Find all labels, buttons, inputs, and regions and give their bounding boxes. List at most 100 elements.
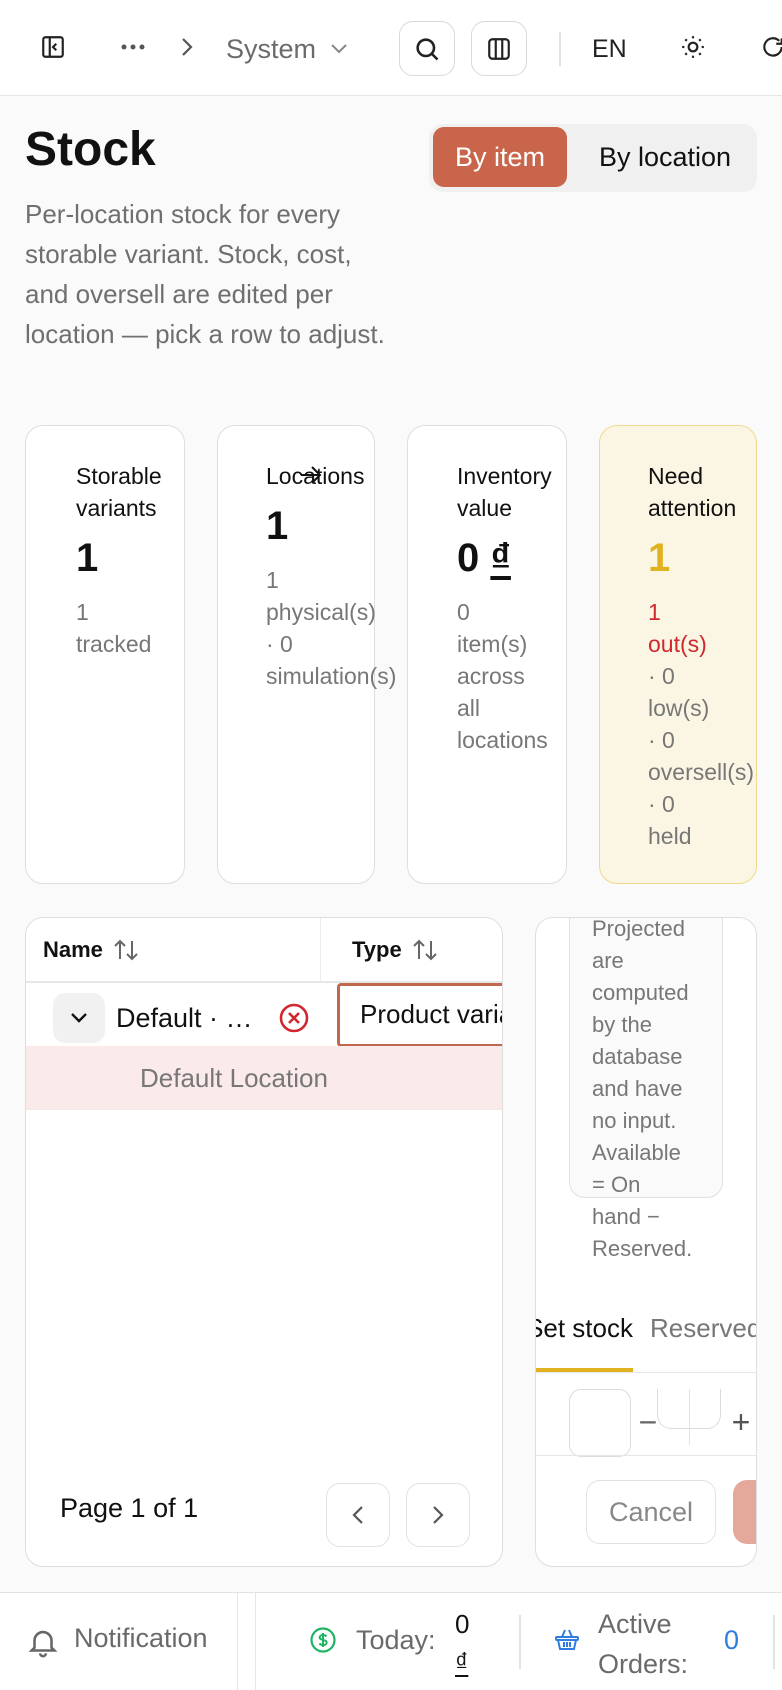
footer-divider xyxy=(237,1593,238,1690)
chevron-down-icon xyxy=(330,43,348,55)
footer-divider xyxy=(773,1615,775,1669)
sort-icon xyxy=(113,938,139,962)
stat-attention-sub-2: low(s) xyxy=(648,695,710,721)
stat-inventory-sub-2: item(s) xyxy=(457,631,528,657)
stat-attention-label-2: attention xyxy=(648,495,737,521)
sub-row-location: Default Location xyxy=(140,1063,328,1093)
previous-page-button[interactable] xyxy=(326,1483,390,1547)
dollar-icon xyxy=(310,1627,336,1653)
active-orders-label-2: Orders: xyxy=(598,1649,689,1679)
notification-link[interactable]: Notification xyxy=(74,1623,208,1654)
stat-inventory-sub-1: 0 xyxy=(457,599,470,625)
stat-locations-value: 1 xyxy=(266,504,289,548)
toggle-by-item[interactable]: By item xyxy=(433,127,567,187)
chevron-right-icon xyxy=(433,1506,444,1524)
search-icon xyxy=(416,37,439,60)
note-line: database xyxy=(592,1044,683,1069)
stat-attention-sub-6: held xyxy=(648,823,692,849)
note-line: computed xyxy=(592,980,689,1005)
cancel-button[interactable]: Cancel xyxy=(586,1480,716,1544)
editor-divider xyxy=(536,1455,756,1456)
note-line: by the xyxy=(592,1012,652,1037)
refresh-icon[interactable] xyxy=(752,26,782,68)
today-label: Today: xyxy=(356,1625,436,1655)
breadcrumb-system[interactable]: System xyxy=(226,28,348,70)
stat-attention-out-2: out(s) xyxy=(648,631,707,657)
stat-card-attention: Need attention 1 1 out(s) · 0 low(s) · 0… xyxy=(599,425,757,884)
note-line: Projected xyxy=(592,917,685,941)
note-line: are xyxy=(592,948,624,973)
today-value: 0 xyxy=(455,1609,470,1639)
stat-attention-sub-1: · 0 xyxy=(648,663,675,689)
computed-note: Projected are computed by the database a… xyxy=(569,917,723,1261)
stat-locations-sub-2: physical(s) xyxy=(266,599,376,625)
today-currency: ₫ xyxy=(455,1647,469,1677)
stat-storable-label-2: variants xyxy=(76,495,157,521)
column-header-name[interactable]: Name xyxy=(43,918,139,982)
stat-inventory-sub-5: locations xyxy=(457,727,548,753)
note-line: hand − xyxy=(592,1204,660,1229)
language-switch[interactable]: EN xyxy=(592,28,627,70)
stat-attention-out-1: 1 xyxy=(648,599,661,625)
quantity-stepper[interactable] xyxy=(657,1389,721,1445)
next-page-button[interactable] xyxy=(406,1483,470,1547)
footer-divider xyxy=(519,1615,521,1669)
stat-attention-sub-3: · 0 xyxy=(648,727,675,753)
stat-storable-label-1: Storable xyxy=(76,463,162,489)
more-icon[interactable] xyxy=(110,26,156,68)
column-separator xyxy=(320,918,321,982)
save-button[interactable] xyxy=(733,1480,756,1544)
columns-button[interactable] xyxy=(471,21,527,76)
stat-card-storable: Storable variants 1 1 tracked xyxy=(25,425,185,884)
stat-card-locations[interactable]: Locations 1 1 physical(s) · 0 simulation… xyxy=(217,425,396,884)
stat-card-inventory: Inventory value 0 ₫ 0 item(s) across all… xyxy=(407,425,567,884)
row-name[interactable]: Default · Default xyxy=(116,998,266,1038)
stat-attention-label-1: Need xyxy=(648,463,703,489)
tab-divider xyxy=(536,1372,756,1373)
tab-reserved[interactable]: Reserved xyxy=(650,1313,756,1353)
table-row[interactable]: Default Location xyxy=(26,1046,502,1110)
top-bar: System EN xyxy=(0,0,782,96)
bell-icon xyxy=(28,1630,58,1658)
stat-inventory-label-1: Inventory xyxy=(457,463,552,489)
status-footer: Notification Today: 0 ₫ Active Orders: 0 xyxy=(0,1592,782,1690)
note-line: Available xyxy=(592,1140,681,1165)
stat-inventory-label-2: value xyxy=(457,495,512,521)
tab-set-stock[interactable]: Set stock xyxy=(536,1313,633,1353)
active-orders-count[interactable]: 0 xyxy=(724,1625,739,1656)
pagination-info: Page 1 of 1 xyxy=(60,1493,199,1523)
sun-icon[interactable] xyxy=(672,26,714,68)
note-line: Reserved. xyxy=(592,1236,693,1261)
stat-storable-sub-2: tracked xyxy=(76,631,152,657)
breadcrumb-system-label: System xyxy=(226,33,317,64)
sort-icon xyxy=(412,938,438,962)
type-cell[interactable]: Product variant xyxy=(337,983,502,1047)
quantity-input[interactable] xyxy=(569,1389,631,1457)
chevron-down-icon xyxy=(71,1013,87,1023)
active-orders-label-1: Active xyxy=(598,1609,672,1639)
stat-storable-sub-1: 1 xyxy=(76,599,89,625)
stat-attention-sub-4: oversell(s) xyxy=(648,759,755,785)
stat-inventory-sub-3: across xyxy=(457,663,525,689)
basket-icon xyxy=(555,1629,579,1650)
sidebar-toggle-icon[interactable] xyxy=(32,26,74,68)
columns-icon xyxy=(488,37,510,60)
search-button[interactable] xyxy=(399,21,455,76)
error-icon xyxy=(279,1003,309,1033)
view-toggle: By item By location xyxy=(429,124,757,192)
breadcrumb-chevron-icon xyxy=(170,26,204,68)
note-line: = On xyxy=(592,1172,641,1197)
increment-button[interactable]: + xyxy=(724,1400,756,1444)
note-line: no input. xyxy=(592,1108,677,1133)
column-header-type[interactable]: Type xyxy=(352,918,438,982)
topbar-divider xyxy=(559,32,561,66)
stat-inventory-sub-4: all xyxy=(457,695,481,721)
toggle-by-location[interactable]: By location xyxy=(575,127,755,187)
stat-storable-value: 1 xyxy=(76,536,99,580)
footer-divider xyxy=(255,1593,256,1690)
column-type-label: Type xyxy=(352,937,402,962)
stat-inventory-value: 0 xyxy=(457,536,480,580)
expand-row-button[interactable] xyxy=(53,993,105,1043)
stat-locations-sub-4: simulation(s) xyxy=(266,663,397,689)
chevron-left-icon xyxy=(352,1506,363,1524)
